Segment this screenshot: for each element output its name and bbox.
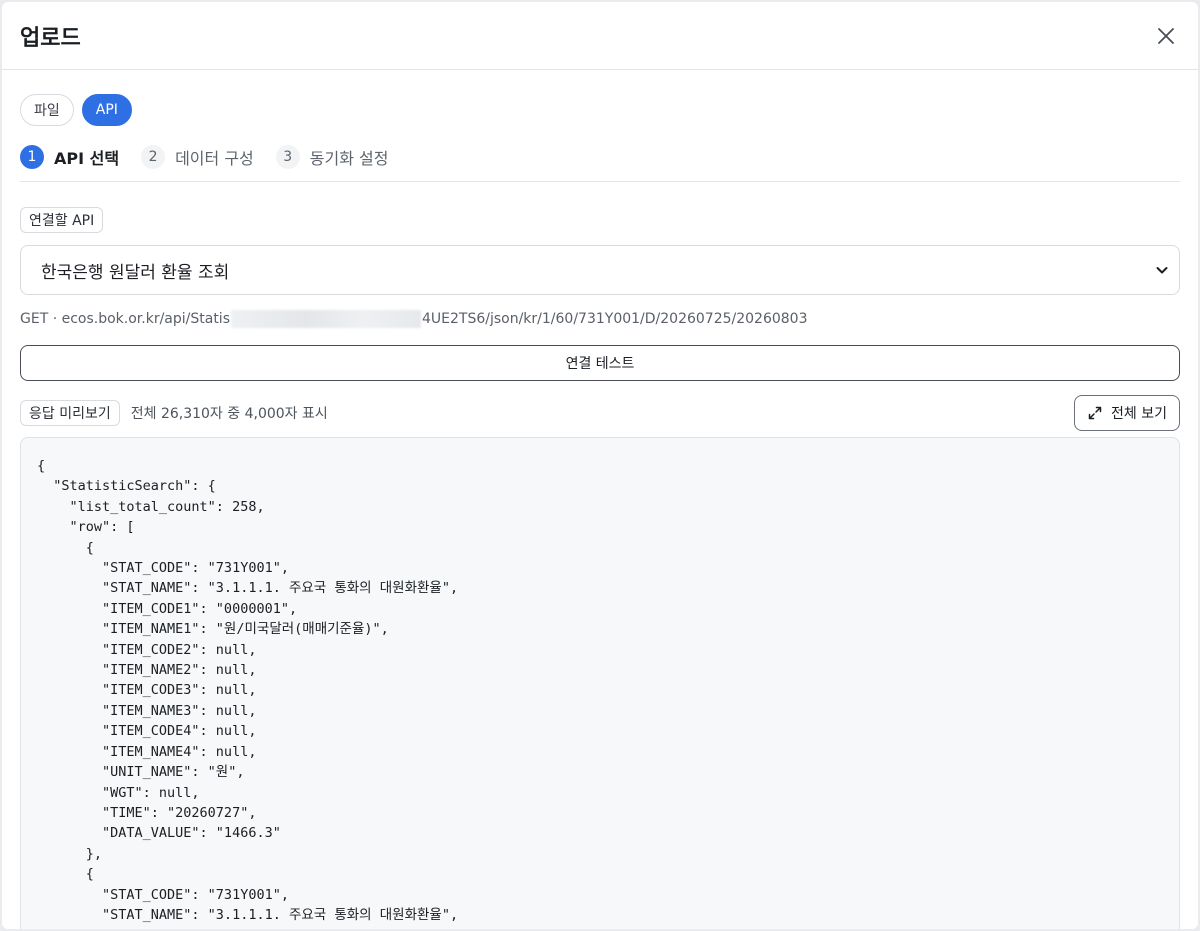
api-select-value: 한국은행 원달러 환율 조회 <box>41 262 230 283</box>
response-preview[interactable]: { "StatisticSearch": { "list_total_count… <box>20 437 1180 929</box>
step-api-select[interactable]: 1 API 선택 <box>20 145 119 169</box>
preview-label: 응답 미리보기 <box>20 400 120 426</box>
api-url: GET · ecos.bok.or.kr/api/Statis 4UE2TS6/… <box>20 309 1180 329</box>
api-select[interactable]: 한국은행 원달러 환율 조회 <box>20 245 1180 295</box>
step-label: 데이터 구성 <box>175 149 254 168</box>
connection-test-button[interactable]: 연결 테스트 <box>20 345 1180 381</box>
stepper: 1 API 선택 2 데이터 구성 3 동기화 설정 <box>20 144 1180 170</box>
tab-api[interactable]: API <box>81 94 132 126</box>
close-icon <box>1158 27 1174 44</box>
step-number: 2 <box>141 145 166 169</box>
tab-file[interactable]: 파일 <box>20 94 74 126</box>
full-view-button[interactable]: 전체 보기 <box>1074 395 1180 431</box>
dialog-content: 파일 API 1 API 선택 2 데이터 구성 3 동기화 설정 연결할 AP… <box>2 70 1198 929</box>
step-number: 1 <box>20 145 44 169</box>
preview-count: 전체 26,310자 중 4,000자 표시 <box>130 406 328 422</box>
api-url-prefix: GET · ecos.bok.or.kr/api/Statis <box>20 311 230 327</box>
mode-tabs: 파일 API <box>20 94 1180 126</box>
step-label: 동기화 설정 <box>309 149 389 168</box>
chevron-down-icon <box>1156 267 1168 274</box>
full-view-label: 전체 보기 <box>1111 406 1167 422</box>
redacted-key <box>231 310 421 328</box>
api-url-suffix: 4UE2TS6/json/kr/1/60/731Y001/D/20260725/… <box>422 311 808 327</box>
dialog-title: 업로드 <box>20 25 81 51</box>
stepper-divider <box>20 181 1180 182</box>
api-label: 연결할 API <box>20 207 104 233</box>
response-json: { "StatisticSearch": { "list_total_count… <box>37 458 459 929</box>
step-data-config[interactable]: 2 데이터 구성 <box>141 145 254 169</box>
step-label: API 선택 <box>54 149 120 168</box>
step-sync-settings[interactable]: 3 동기화 설정 <box>275 145 389 169</box>
close-button[interactable] <box>1152 22 1180 50</box>
preview-header: 응답 미리보기 전체 26,310자 중 4,000자 표시 전체 보기 <box>20 395 1180 431</box>
expand-icon <box>1088 406 1102 420</box>
dialog-header: 업로드 <box>2 2 1198 70</box>
upload-dialog: 업로드 파일 API 1 API 선택 2 데이터 구성 3 동기화 설정 연결… <box>2 2 1198 929</box>
step-number: 3 <box>275 145 300 169</box>
